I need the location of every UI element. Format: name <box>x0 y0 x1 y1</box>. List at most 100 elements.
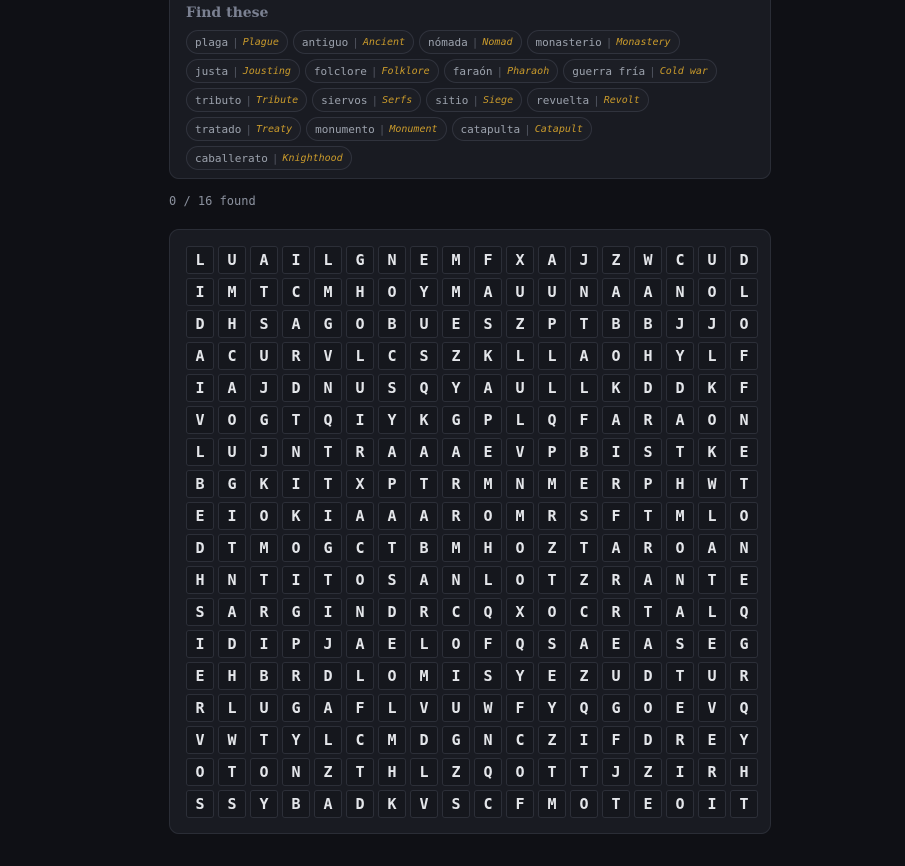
grid-cell[interactable]: S <box>250 310 278 338</box>
grid-cell[interactable]: O <box>442 630 470 658</box>
grid-cell[interactable]: K <box>474 342 502 370</box>
grid-cell[interactable]: Q <box>538 406 566 434</box>
grid-cell[interactable]: L <box>346 342 374 370</box>
grid-cell[interactable]: L <box>474 566 502 594</box>
grid-cell[interactable]: D <box>634 662 662 690</box>
grid-cell[interactable]: L <box>506 406 534 434</box>
grid-cell[interactable]: L <box>698 502 726 530</box>
grid-cell[interactable]: L <box>410 630 438 658</box>
grid-cell[interactable]: I <box>186 374 214 402</box>
grid-cell[interactable]: E <box>410 246 438 274</box>
grid-cell[interactable]: R <box>698 758 726 786</box>
grid-cell[interactable]: S <box>474 662 502 690</box>
grid-cell[interactable]: A <box>282 310 310 338</box>
grid-cell[interactable]: F <box>570 406 598 434</box>
grid-cell[interactable]: R <box>282 342 310 370</box>
grid-cell[interactable]: D <box>218 630 246 658</box>
grid-cell[interactable]: F <box>474 246 502 274</box>
grid-cell[interactable]: T <box>570 534 598 562</box>
grid-cell[interactable]: T <box>538 566 566 594</box>
grid-cell[interactable]: U <box>698 662 726 690</box>
grid-cell[interactable]: O <box>250 758 278 786</box>
grid-cell[interactable]: D <box>730 246 758 274</box>
grid-cell[interactable]: O <box>698 278 726 306</box>
grid-cell[interactable]: O <box>538 598 566 626</box>
grid-cell[interactable]: N <box>218 566 246 594</box>
grid-cell[interactable]: Q <box>410 374 438 402</box>
grid-cell[interactable]: V <box>410 694 438 722</box>
grid-cell[interactable]: B <box>634 310 662 338</box>
grid-cell[interactable]: D <box>634 374 662 402</box>
grid-cell[interactable]: F <box>602 726 630 754</box>
grid-cell[interactable]: S <box>186 598 214 626</box>
grid-cell[interactable]: R <box>602 566 630 594</box>
grid-cell[interactable]: P <box>282 630 310 658</box>
grid-cell[interactable]: L <box>186 438 214 466</box>
grid-cell[interactable]: E <box>698 630 726 658</box>
grid-cell[interactable]: E <box>378 630 406 658</box>
grid-cell[interactable]: U <box>602 662 630 690</box>
grid-cell[interactable]: H <box>218 310 246 338</box>
grid-cell[interactable]: G <box>602 694 630 722</box>
grid-cell[interactable]: A <box>570 342 598 370</box>
grid-cell[interactable]: A <box>442 438 470 466</box>
grid-cell[interactable]: T <box>378 534 406 562</box>
grid-cell[interactable]: E <box>570 470 598 498</box>
grid-cell[interactable]: M <box>538 790 566 818</box>
grid-cell[interactable]: X <box>346 470 374 498</box>
grid-cell[interactable]: V <box>186 406 214 434</box>
grid-cell[interactable]: A <box>218 598 246 626</box>
grid-cell[interactable]: Z <box>602 246 630 274</box>
grid-cell[interactable]: O <box>346 566 374 594</box>
grid-cell[interactable]: O <box>378 662 406 690</box>
grid-cell[interactable]: H <box>186 566 214 594</box>
grid-cell[interactable]: T <box>218 534 246 562</box>
grid-cell[interactable]: U <box>218 246 246 274</box>
grid-cell[interactable]: R <box>538 502 566 530</box>
grid-cell[interactable]: G <box>282 598 310 626</box>
grid-cell[interactable]: T <box>602 790 630 818</box>
grid-cell[interactable]: C <box>218 342 246 370</box>
grid-cell[interactable]: R <box>602 598 630 626</box>
grid-cell[interactable]: H <box>666 470 694 498</box>
grid-cell[interactable]: D <box>186 534 214 562</box>
grid-cell[interactable]: V <box>698 694 726 722</box>
grid-cell[interactable]: S <box>378 374 406 402</box>
grid-cell[interactable]: L <box>314 246 342 274</box>
grid-cell[interactable]: Y <box>442 374 470 402</box>
grid-cell[interactable]: W <box>218 726 246 754</box>
grid-cell[interactable]: G <box>346 246 374 274</box>
grid-cell[interactable]: N <box>314 374 342 402</box>
grid-cell[interactable]: A <box>346 630 374 658</box>
grid-cell[interactable]: R <box>346 438 374 466</box>
grid-cell[interactable]: M <box>474 470 502 498</box>
grid-cell[interactable]: D <box>282 374 310 402</box>
grid-cell[interactable]: S <box>474 310 502 338</box>
grid-cell[interactable]: T <box>538 758 566 786</box>
grid-cell[interactable]: O <box>730 502 758 530</box>
grid-cell[interactable]: K <box>602 374 630 402</box>
grid-cell[interactable]: J <box>250 374 278 402</box>
grid-cell[interactable]: T <box>282 406 310 434</box>
grid-cell[interactable]: X <box>506 246 534 274</box>
grid-cell[interactable]: Z <box>442 342 470 370</box>
grid-cell[interactable]: Q <box>506 630 534 658</box>
grid-cell[interactable]: T <box>698 566 726 594</box>
grid-cell[interactable]: F <box>506 790 534 818</box>
grid-cell[interactable]: T <box>410 470 438 498</box>
grid-cell[interactable]: Z <box>634 758 662 786</box>
grid-cell[interactable]: P <box>634 470 662 498</box>
grid-cell[interactable]: R <box>634 534 662 562</box>
grid-cell[interactable]: L <box>730 278 758 306</box>
grid-cell[interactable]: I <box>282 566 310 594</box>
grid-cell[interactable]: E <box>538 662 566 690</box>
grid-cell[interactable]: U <box>538 278 566 306</box>
grid-cell[interactable]: R <box>602 470 630 498</box>
grid-cell[interactable]: R <box>186 694 214 722</box>
grid-cell[interactable]: F <box>346 694 374 722</box>
grid-cell[interactable]: A <box>250 246 278 274</box>
grid-cell[interactable]: N <box>378 246 406 274</box>
grid-cell[interactable]: J <box>698 310 726 338</box>
grid-cell[interactable]: L <box>346 662 374 690</box>
grid-cell[interactable]: G <box>314 310 342 338</box>
